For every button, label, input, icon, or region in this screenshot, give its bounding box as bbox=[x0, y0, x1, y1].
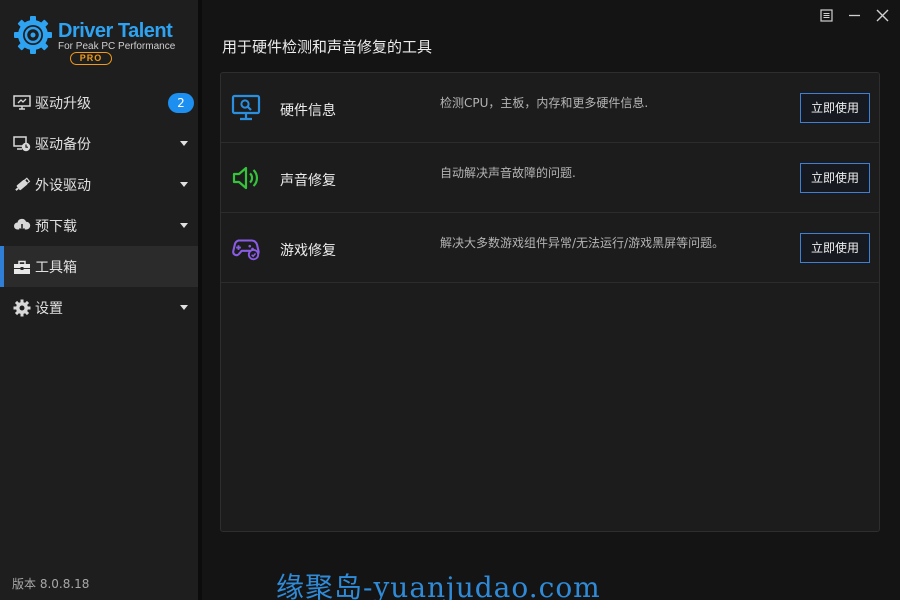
tool-row-sound-repair: 声音修复 自动解决声音故障的问题. 立即使用 bbox=[221, 143, 879, 213]
app-logo: Driver Talent For Peak PC Performance PR… bbox=[12, 14, 192, 70]
sidebar-item-driver-backup[interactable]: 驱动备份 bbox=[0, 123, 198, 164]
page-title: 用于硬件检测和声音修复的工具 bbox=[222, 38, 433, 56]
usb-device-icon bbox=[12, 175, 32, 195]
sidebar-divider bbox=[198, 0, 202, 600]
update-count-badge: 2 bbox=[168, 93, 194, 113]
minimize-icon[interactable] bbox=[847, 8, 861, 22]
tool-row-hardware-info: 硬件信息 检测CPU，主板，内存和更多硬件信息. 立即使用 bbox=[221, 73, 879, 143]
logo-gear-icon bbox=[14, 16, 52, 54]
sidebar-item-settings[interactable]: 设置 bbox=[0, 287, 198, 328]
monitor-upgrade-icon bbox=[12, 93, 32, 113]
backup-clock-icon bbox=[12, 134, 32, 154]
gamepad-icon bbox=[231, 233, 261, 263]
sidebar-item-label: 外设驱动 bbox=[35, 177, 91, 194]
sidebar-item-pre-download[interactable]: 预下载 bbox=[0, 205, 198, 246]
sidebar-item-toolbox[interactable]: 工具箱 bbox=[0, 246, 198, 287]
speaker-icon bbox=[231, 163, 261, 193]
cloud-download-icon bbox=[12, 216, 32, 236]
tool-description: 自动解决声音故障的问题. bbox=[440, 166, 576, 180]
tool-name: 声音修复 bbox=[280, 173, 336, 189]
toolbox-icon bbox=[12, 257, 32, 277]
use-now-button[interactable]: 立即使用 bbox=[800, 93, 870, 123]
use-now-button[interactable]: 立即使用 bbox=[800, 163, 870, 193]
version-label: 版本 8.0.8.18 bbox=[12, 577, 90, 591]
tool-description: 解决大多数游戏组件异常/无法运行/游戏黑屏等问题。 bbox=[440, 236, 725, 250]
sidebar-item-peripheral-drivers[interactable]: 外设驱动 bbox=[0, 164, 198, 205]
tool-name: 游戏修复 bbox=[280, 243, 336, 259]
sidebar-item-driver-upgrade[interactable]: 驱动升级 2 bbox=[0, 82, 198, 123]
tool-description: 检测CPU，主板，内存和更多硬件信息. bbox=[440, 96, 649, 110]
logo-name: Driver Talent bbox=[58, 20, 173, 42]
chevron-down-icon bbox=[180, 141, 188, 146]
gear-icon bbox=[12, 298, 32, 318]
menu-icon[interactable] bbox=[819, 8, 833, 22]
monitor-search-icon bbox=[231, 93, 261, 123]
logo-tagline: For Peak PC Performance bbox=[58, 41, 176, 52]
sidebar-item-label: 工具箱 bbox=[35, 259, 77, 276]
sidebar-item-label: 驱动升级 bbox=[35, 95, 91, 112]
use-now-button[interactable]: 立即使用 bbox=[800, 233, 870, 263]
chevron-down-icon bbox=[180, 182, 188, 187]
sidebar-item-label: 设置 bbox=[35, 300, 63, 317]
pro-badge: PRO bbox=[70, 52, 112, 65]
sidebar-item-label: 驱动备份 bbox=[35, 136, 91, 153]
tool-name: 硬件信息 bbox=[280, 103, 336, 119]
watermark-text: 缘聚岛-yuanjudao.com bbox=[276, 571, 601, 600]
sidebar-nav: 驱动升级 2 驱动备份 外设驱动 预下载 工具箱 设置 bbox=[0, 82, 198, 328]
chevron-down-icon bbox=[180, 305, 188, 310]
tool-row-game-repair: 游戏修复 解决大多数游戏组件异常/无法运行/游戏黑屏等问题。 立即使用 bbox=[221, 213, 879, 283]
chevron-down-icon bbox=[180, 223, 188, 228]
sidebar: Driver Talent For Peak PC Performance PR… bbox=[0, 0, 198, 600]
close-icon[interactable] bbox=[875, 8, 889, 22]
sidebar-item-label: 预下载 bbox=[35, 218, 77, 235]
tools-panel: 硬件信息 检测CPU，主板，内存和更多硬件信息. 立即使用 声音修复 自动解决声… bbox=[220, 72, 880, 532]
